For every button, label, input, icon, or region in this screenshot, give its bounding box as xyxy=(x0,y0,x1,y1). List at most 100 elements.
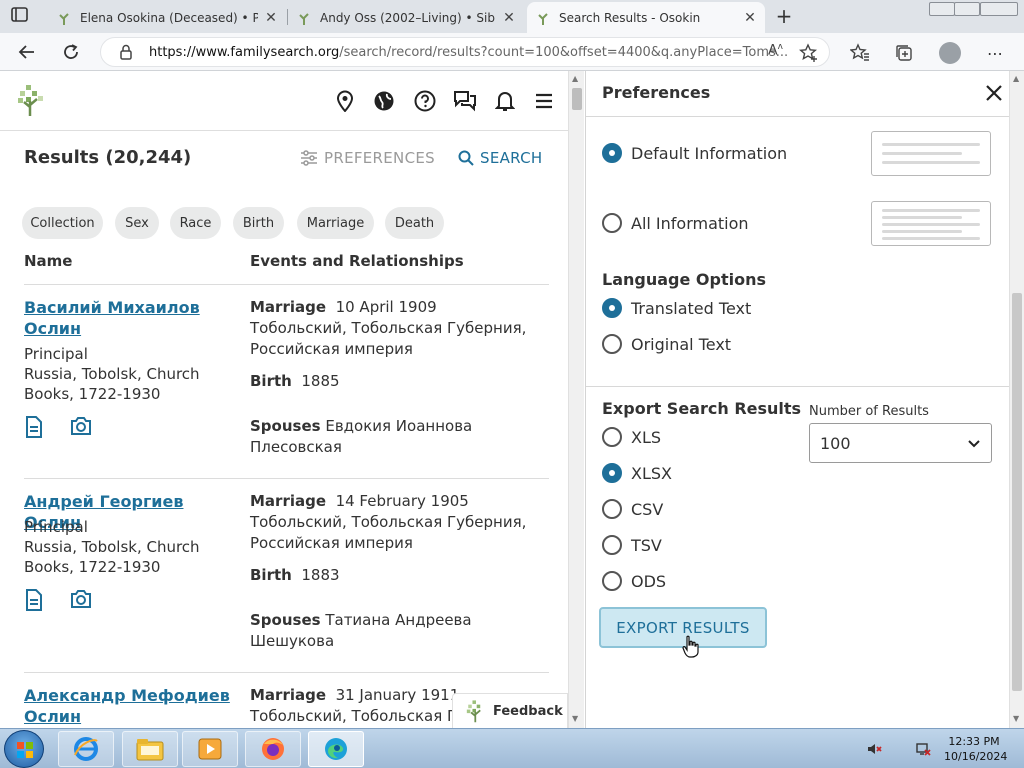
selected-value: 100 xyxy=(820,433,851,453)
filter-chip-birth[interactable]: Birth xyxy=(233,207,284,239)
radio-unselected-icon[interactable] xyxy=(602,334,622,354)
tab-search-results[interactable]: Search Results - Osokin ✕ xyxy=(527,2,765,33)
page-scrollbar[interactable]: ▲ ▼ xyxy=(568,71,584,728)
close-icon[interactable]: ✕ xyxy=(264,10,278,26)
option-original-text[interactable]: Original Text xyxy=(602,334,731,354)
feedback-button[interactable]: Feedback xyxy=(452,693,568,728)
radio-selected-icon[interactable] xyxy=(602,143,622,163)
scroll-up-arrow-icon[interactable]: ▲ xyxy=(1013,74,1019,83)
camera-icon[interactable] xyxy=(70,589,92,609)
more-menu-icon[interactable]: ⋯ xyxy=(984,42,1006,64)
option-label: Translated Text xyxy=(631,298,752,318)
notifications-bell-icon[interactable] xyxy=(493,89,517,113)
filter-chip-sex[interactable]: Sex xyxy=(115,207,159,239)
event-label: Marriage xyxy=(250,298,327,316)
format-xlsx[interactable]: XLSX xyxy=(602,463,672,483)
volume-muted-icon[interactable] xyxy=(866,741,882,757)
network-status-icon[interactable] xyxy=(915,741,931,757)
format-tsv[interactable]: TSV xyxy=(602,535,662,555)
event-label: Marriage xyxy=(250,686,327,704)
favorites-icon[interactable] xyxy=(849,42,871,64)
radio-unselected-icon[interactable] xyxy=(602,499,622,519)
tab-elena-osokina[interactable]: Elena Osokina (Deceased) • Perso ✕ xyxy=(48,2,286,33)
preferences-link[interactable]: PREFERENCES xyxy=(300,149,435,167)
refresh-icon[interactable] xyxy=(58,39,84,65)
format-xls[interactable]: XLS xyxy=(602,427,661,447)
number-of-results-select[interactable]: 100 xyxy=(809,423,992,463)
panel-divider xyxy=(586,116,1010,117)
format-ods[interactable]: ODS xyxy=(602,571,666,591)
add-favorite-icon[interactable] xyxy=(799,43,819,63)
record-name-link[interactable]: Василий Михаилов Ослин xyxy=(24,297,234,339)
document-icon[interactable] xyxy=(24,416,44,438)
close-icon[interactable] xyxy=(984,83,1004,103)
record-birth-event: Birth 1883 xyxy=(250,565,550,586)
scrollbar-thumb[interactable] xyxy=(572,88,582,110)
close-icon[interactable]: ✕ xyxy=(502,10,516,26)
event-label: Marriage xyxy=(250,492,327,510)
filter-chip-race[interactable]: Race xyxy=(170,207,221,239)
lock-icon[interactable] xyxy=(119,44,133,60)
panel-scrollbar[interactable]: ▲ ▼ xyxy=(1009,71,1024,728)
hamburger-menu-icon[interactable] xyxy=(532,89,556,113)
filter-chip-marriage[interactable]: Marriage xyxy=(297,207,374,239)
format-csv[interactable]: CSV xyxy=(602,499,663,519)
url-text[interactable]: https://www.familysearch.org/search/reco… xyxy=(149,45,788,60)
filter-chip-death[interactable]: Death xyxy=(385,207,444,239)
minimize-window-icon[interactable] xyxy=(929,2,955,16)
option-default-information[interactable]: Default Information xyxy=(602,143,787,163)
record-birth-event: Birth 1885 xyxy=(250,371,550,392)
clock-date: 10/16/2024 xyxy=(944,750,1008,763)
scroll-down-arrow-icon[interactable]: ▼ xyxy=(1013,714,1019,723)
record-marriage-event: Marriage 10 April 1909 Тобольский, Тобол… xyxy=(250,297,550,360)
tab-actions-icon[interactable] xyxy=(10,6,32,26)
familysearch-logo-icon[interactable] xyxy=(16,83,46,117)
format-label: XLS xyxy=(631,427,662,447)
profile-avatar-icon[interactable] xyxy=(939,42,961,64)
format-label: CSV xyxy=(631,499,664,519)
globe-icon[interactable] xyxy=(372,89,396,113)
language-options-title: Language Options xyxy=(602,270,766,289)
scroll-up-arrow-icon[interactable]: ▲ xyxy=(572,74,578,83)
media-player-icon[interactable] xyxy=(182,731,238,767)
filter-chip-collection[interactable]: Collection xyxy=(22,207,103,239)
option-translated-text[interactable]: Translated Text xyxy=(602,298,751,318)
radio-unselected-icon[interactable] xyxy=(602,571,622,591)
collections-icon[interactable] xyxy=(893,42,915,64)
read-aloud-icon[interactable]: Aʌ xyxy=(768,42,783,59)
document-icon[interactable] xyxy=(24,589,44,611)
camera-icon[interactable] xyxy=(70,416,92,436)
record-name-link[interactable]: Александр Мефодиев Ослин xyxy=(24,685,244,727)
radio-selected-icon[interactable] xyxy=(602,298,622,318)
row-divider xyxy=(24,284,549,285)
restore-window-icon[interactable] xyxy=(954,2,980,16)
site-header xyxy=(0,71,568,131)
back-icon[interactable] xyxy=(14,39,40,65)
file-explorer-icon[interactable] xyxy=(122,731,178,767)
system-clock[interactable]: 12:33 PM 10/16/2024 xyxy=(944,734,1008,764)
new-tab-icon[interactable]: + xyxy=(773,5,795,27)
radio-unselected-icon[interactable] xyxy=(602,427,622,447)
internet-explorer-icon[interactable] xyxy=(58,731,114,767)
chevron-down-icon xyxy=(968,440,980,448)
map-pin-icon[interactable] xyxy=(333,89,357,113)
start-button[interactable] xyxy=(4,730,44,768)
search-link[interactable]: SEARCH xyxy=(458,149,543,167)
results-count-title: Results (20,244) xyxy=(24,147,192,168)
scrollbar-thumb[interactable] xyxy=(1012,293,1022,691)
scroll-down-arrow-icon[interactable]: ▼ xyxy=(572,714,578,723)
event-label: Spouses xyxy=(250,417,321,435)
edge-browser-icon[interactable] xyxy=(308,731,364,767)
close-window-icon[interactable] xyxy=(980,2,1018,16)
firefox-icon[interactable] xyxy=(245,731,301,767)
radio-unselected-icon[interactable] xyxy=(602,535,622,555)
radio-unselected-icon[interactable] xyxy=(602,213,622,233)
column-header-name[interactable]: Name xyxy=(24,252,72,270)
help-icon[interactable] xyxy=(413,89,437,113)
option-all-information[interactable]: All Information xyxy=(602,213,749,233)
close-icon[interactable]: ✕ xyxy=(743,10,757,26)
messages-icon[interactable] xyxy=(453,89,477,113)
radio-selected-icon[interactable] xyxy=(602,463,622,483)
address-bar[interactable]: https://www.familysearch.org/search/reco… xyxy=(100,37,830,67)
tab-andy-oss[interactable]: Andy Oss (2002–Living) • Sibling ✕ xyxy=(288,2,524,33)
